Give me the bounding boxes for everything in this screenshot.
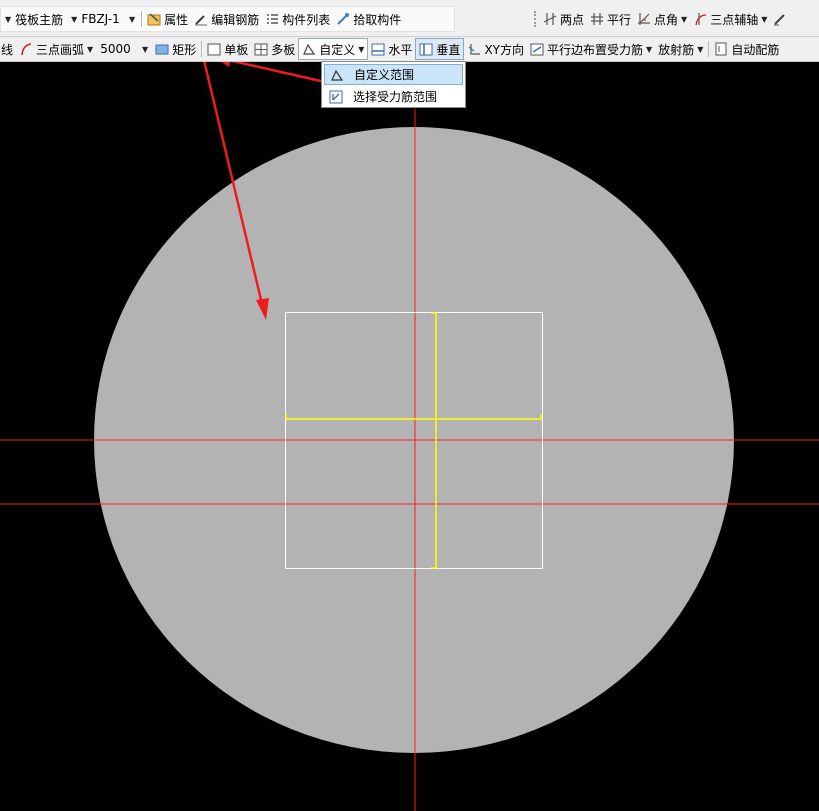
toolbar-draw: 线 三点画弧 ▼ 5000 ▼ 矩形 单板 多板 自定义 ▼ 水平 垂直 XY方… <box>0 37 819 62</box>
chevron-down-icon: ▼ <box>129 14 136 24</box>
three-point-axis-icon <box>693 12 707 26</box>
multi-board-button[interactable]: 多板 <box>251 38 298 60</box>
toolbar-separator <box>141 11 143 27</box>
xy-direction-icon <box>467 42 481 56</box>
select-range-icon <box>329 90 343 104</box>
single-board-icon <box>207 42 221 56</box>
parallel-edge-icon <box>530 42 544 56</box>
member-type-combo[interactable]: ▼ 筏板主筋 <box>1 9 67 29</box>
parallel-edge-rebar-button[interactable]: 平行边布置受力筋 ▼ <box>527 38 655 60</box>
axis-toolbar: 两点 平行 点角 ▼ 三点辅轴 ▼ <box>531 6 790 32</box>
line-button[interactable]: 线 <box>0 38 16 60</box>
auto-rebar-button[interactable]: 自动配筋 <box>711 38 782 60</box>
chevron-down-icon: ▼ <box>358 44 365 54</box>
rectangle-button[interactable]: 矩形 <box>152 38 199 60</box>
parallel-button[interactable]: 平行 <box>587 8 634 30</box>
chevron-down-icon: ▼ <box>646 44 653 54</box>
custom-range-icon <box>330 68 344 82</box>
edit-pencil-icon <box>194 12 208 26</box>
member-list-button[interactable]: 构件列表 <box>262 8 333 30</box>
delete-axis-button[interactable] <box>770 8 790 30</box>
auto-rebar-icon <box>714 42 728 56</box>
rectangle-icon <box>155 42 169 56</box>
list-icon <box>265 12 279 26</box>
chevron-down-icon: ▼ <box>681 14 688 24</box>
two-point-icon <box>543 12 557 26</box>
properties-button[interactable]: 属性 <box>144 8 191 30</box>
parallel-icon <box>590 12 604 26</box>
toolbar-separator <box>201 41 203 57</box>
horizontal-icon <box>371 42 385 56</box>
chevron-down-icon: ▼ <box>5 14 12 24</box>
chevron-down-icon: ▼ <box>761 14 768 24</box>
edit-rebar-button[interactable]: 编辑钢筋 <box>191 8 262 30</box>
toolbar-grip <box>534 11 537 27</box>
custom-range-button[interactable]: 自定义 ▼ <box>298 38 369 60</box>
menu-item-select-rebar-range[interactable]: 选择受力筋范围 <box>324 86 463 107</box>
three-point-arc-button[interactable]: 三点画弧 ▼ <box>16 38 96 60</box>
toolbar-top: ▼ 筏板主筋 ▼ FBZJ-1 ▼ 属性 编辑钢筋 构件列表 拾取构件 两点 平… <box>0 0 819 37</box>
vertical-icon <box>419 42 433 56</box>
arc-icon <box>19 42 33 56</box>
vertical-button[interactable]: 垂直 <box>415 38 465 60</box>
point-angle-button[interactable]: 点角 ▼ <box>634 8 690 30</box>
member-toolbar: ▼ 筏板主筋 ▼ FBZJ-1 ▼ 属性 编辑钢筋 构件列表 拾取构件 <box>0 6 455 32</box>
member-name-combo[interactable]: ▼ FBZJ-1 ▼ <box>67 9 139 29</box>
chevron-down-icon: ▼ <box>697 44 704 54</box>
radial-rebar-button[interactable]: 放射筋 ▼ <box>655 38 706 60</box>
chevron-down-icon: ▼ <box>71 14 78 24</box>
delete-pencil-icon <box>773 12 787 26</box>
custom-range-menu: 自定义范围 选择受力筋范围 <box>321 61 466 108</box>
chevron-down-icon: ▼ <box>142 44 149 54</box>
length-input[interactable]: 5000 ▼ <box>96 39 152 59</box>
xy-direction-button[interactable]: XY方向 <box>464 38 527 60</box>
horizontal-button[interactable]: 水平 <box>368 38 415 60</box>
multi-board-icon <box>254 42 268 56</box>
point-angle-icon <box>637 12 651 26</box>
pick-member-button[interactable]: 拾取构件 <box>333 8 404 30</box>
two-point-button[interactable]: 两点 <box>540 8 587 30</box>
custom-range-icon <box>302 42 316 56</box>
chevron-down-icon: ▼ <box>87 44 94 54</box>
menu-item-custom-range[interactable]: 自定义范围 <box>324 64 463 85</box>
eyedropper-icon <box>336 12 350 26</box>
properties-icon <box>147 12 161 26</box>
toolbar-separator <box>708 41 710 57</box>
drawing-canvas[interactable] <box>0 62 819 811</box>
three-point-axis-button[interactable]: 三点辅轴 ▼ <box>690 8 770 30</box>
single-board-button[interactable]: 单板 <box>204 38 251 60</box>
